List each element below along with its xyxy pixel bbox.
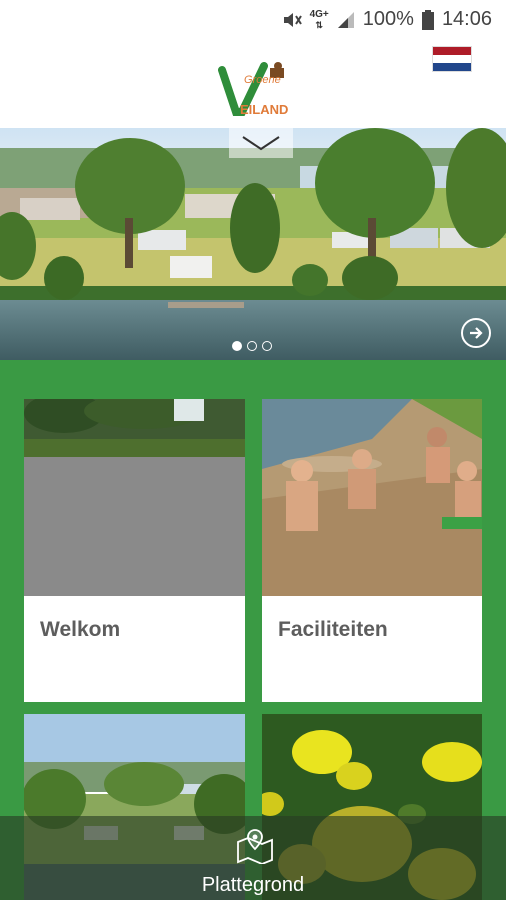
slider-dots: [232, 341, 272, 351]
plattegrond-label: Plattegrond: [201, 874, 305, 896]
clock: 14:06: [441, 8, 492, 30]
slider-dot[interactable]: [232, 341, 242, 351]
hero-slider[interactable]: [0, 128, 506, 360]
mute-icon: [282, 11, 302, 29]
faciliteiten-title: Faciliteiten: [278, 618, 388, 641]
groene-eiland-logo[interactable]: Groene EILAND: [218, 62, 290, 120]
battery-icon: [421, 9, 434, 30]
status-bar: 4G+ ⇅ 100% 14:06: [0, 0, 506, 40]
welkom-card[interactable]: Welkom: [24, 399, 245, 702]
app-header: Groene EILAND: [0, 40, 506, 128]
campsite-photo: [0, 128, 506, 360]
welkom-title: Welkom: [40, 618, 121, 641]
logo-line1: Groene: [244, 74, 281, 86]
expand-header-button[interactable]: [229, 128, 293, 158]
dutch-flag-icon[interactable]: [432, 46, 472, 72]
faciliteiten-card[interactable]: Faciliteiten: [262, 399, 482, 702]
slider-dot[interactable]: [247, 341, 257, 351]
slider-next-button[interactable]: [461, 318, 491, 348]
map-pin-icon: [237, 829, 273, 864]
signal-icon: [337, 11, 355, 29]
map-bottom-bar[interactable]: Plattegrond: [0, 816, 506, 900]
faciliteiten-image: [262, 399, 482, 596]
arrow-right-circle-icon: [470, 327, 483, 339]
logo-line2: EILAND: [240, 102, 289, 117]
network-icon: 4G+ ⇅: [309, 8, 329, 30]
chevron-down-icon: [242, 136, 280, 151]
slider-dot[interactable]: [262, 341, 272, 351]
welkom-image: [24, 399, 245, 596]
battery-percent: 100%: [362, 8, 414, 30]
